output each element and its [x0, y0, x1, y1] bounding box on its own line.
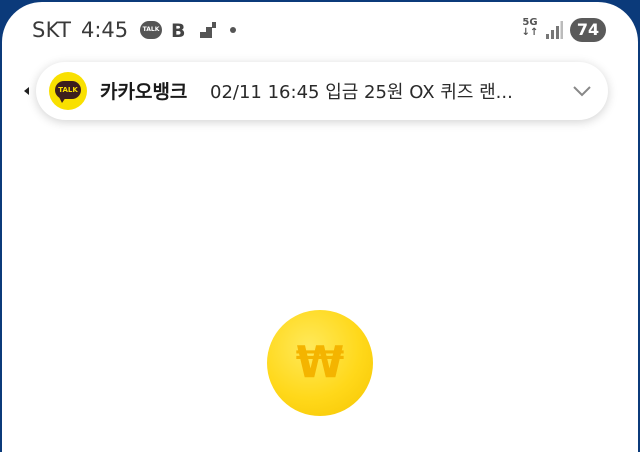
- chevron-down-icon[interactable]: [571, 83, 593, 99]
- phone-screen: SKT 4:45 TALK B 5G ↓↑ 74 TALK 카카오뱅크 02/11…: [2, 2, 638, 452]
- bubble-tail: [59, 97, 66, 103]
- signal-strength-icon: [546, 21, 563, 39]
- swipe-caret-icon: [24, 87, 29, 95]
- b-app-icon: B: [171, 20, 186, 42]
- carrier-label: SKT: [32, 18, 72, 42]
- heads-up-notification[interactable]: TALK 카카오뱅크 02/11 16:45 입금 25원 OX 퀴즈 랜...: [36, 62, 608, 120]
- notification-sender: 카카오뱅크: [100, 81, 188, 103]
- more-notifications-dot-icon: [230, 27, 236, 33]
- won-symbol: ₩: [295, 337, 345, 388]
- kakaotalk-app-icon: TALK: [49, 72, 87, 110]
- won-coin-icon: ₩: [267, 310, 373, 416]
- stairs-icon: [200, 22, 216, 38]
- network-5g-icon: 5G ↓↑: [521, 17, 539, 38]
- status-time: 4:45: [81, 18, 129, 42]
- notification-message: 02/11 16:45 입금 25원 OX 퀴즈 랜...: [210, 82, 513, 103]
- status-bar: SKT 4:45 TALK B 5G ↓↑ 74: [2, 2, 638, 58]
- kakaotalk-status-icon: TALK: [140, 21, 162, 39]
- battery-indicator: 74: [570, 18, 606, 42]
